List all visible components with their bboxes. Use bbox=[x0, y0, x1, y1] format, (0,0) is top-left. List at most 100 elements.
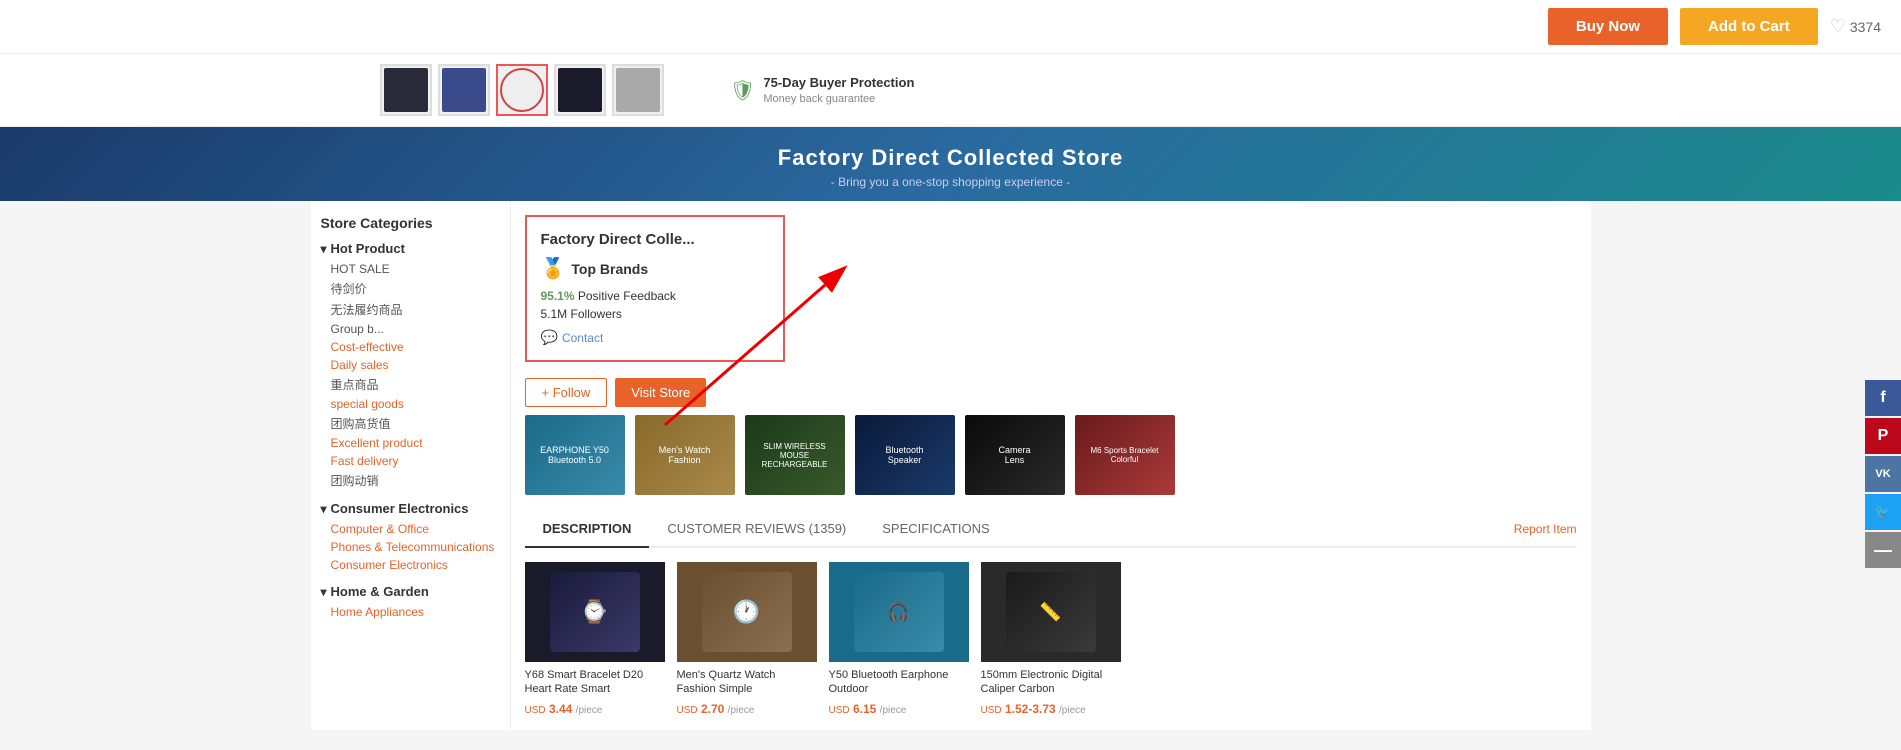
product-price-4: USD 1.52-3.73 /piece bbox=[981, 702, 1121, 716]
heart-icon[interactable]: ♡ bbox=[1830, 16, 1846, 37]
follow-button[interactable]: + Follow bbox=[525, 378, 608, 407]
thumbnail-3[interactable] bbox=[496, 64, 548, 116]
followers-row: 5.1M Followers bbox=[541, 307, 769, 321]
store-thumb-4-label: BluetoothSpeaker bbox=[881, 441, 927, 469]
social-sidebar: f P VK 🐦 — bbox=[1865, 380, 1901, 568]
contact-label: Contact bbox=[562, 331, 603, 345]
followers-label: Followers bbox=[571, 307, 622, 321]
add-to-cart-button[interactable]: Add to Cart bbox=[1680, 8, 1818, 45]
sidebar-item-group-b[interactable]: Group b... bbox=[321, 320, 500, 338]
price-unit-2: /piece bbox=[728, 705, 755, 716]
thumbnail-2[interactable] bbox=[438, 64, 490, 116]
product-image-1: ⌚ bbox=[525, 562, 665, 662]
facebook-button[interactable]: f bbox=[1865, 380, 1901, 416]
store-thumb-5[interactable]: CameraLens bbox=[965, 415, 1065, 495]
store-thumb-3-label: SLIM WIRELESS MOUSERECHARGEABLE bbox=[745, 438, 845, 473]
contact-row[interactable]: 💬 Contact bbox=[541, 329, 769, 346]
sidebar-item-tuangou-dongxiao[interactable]: 团购动销 bbox=[321, 470, 500, 491]
store-actions: + Follow Visit Store bbox=[525, 374, 1577, 407]
top-brands-label: Top Brands bbox=[571, 261, 648, 277]
sidebar-item-hot-sale[interactable]: HOT SALE bbox=[321, 260, 500, 278]
product-name-1: Y68 Smart Bracelet D20 Heart Rate Smart bbox=[525, 668, 665, 698]
tab-specifications[interactable]: SPECIFICATIONS bbox=[864, 511, 1007, 548]
top-brands-row: 🏅 Top Brands bbox=[541, 256, 769, 281]
sidebar-item-fast-delivery[interactable]: Fast delivery bbox=[321, 452, 500, 470]
sidebar-item-home-appliances[interactable]: Home Appliances bbox=[321, 603, 500, 621]
product-actions: Buy Now Add to Cart ♡ 3374 bbox=[1548, 8, 1881, 45]
sidebar-item-zhongdian[interactable]: 重点商品 bbox=[321, 374, 500, 395]
price-unit-4: /piece bbox=[1059, 705, 1086, 716]
product-card-1[interactable]: ⌚ Y68 Smart Bracelet D20 Heart Rate Smar… bbox=[525, 562, 665, 716]
sidebar: Store Categories Hot Product HOT SALE 待剑… bbox=[311, 201, 511, 730]
pinterest-button[interactable]: P bbox=[1865, 418, 1901, 454]
sidebar-title: Store Categories bbox=[321, 215, 500, 231]
store-product-thumbnails: EARPHONE Y50Bluetooth 5.0 Men's WatchFas… bbox=[525, 415, 1577, 495]
price-unit-1: /piece bbox=[576, 705, 603, 716]
buy-now-button[interactable]: Buy Now bbox=[1548, 8, 1668, 45]
price-currency-4: USD bbox=[981, 705, 1002, 716]
store-thumb-1-label: EARPHONE Y50Bluetooth 5.0 bbox=[536, 441, 613, 469]
product-price-2: USD 2.70 /piece bbox=[677, 702, 817, 716]
sidebar-item-excellent-product[interactable]: Excellent product bbox=[321, 434, 500, 452]
protection-title: 75-Day Buyer Protection bbox=[763, 75, 914, 90]
price-currency-2: USD bbox=[677, 705, 698, 716]
price-amount-2: 2.70 bbox=[701, 702, 724, 716]
sidebar-item-consumer-electronics[interactable]: Consumer Electronics bbox=[321, 556, 500, 574]
thumbnail-strip: 🛡 75-Day Buyer Protection Money back gua… bbox=[0, 54, 1901, 127]
product-card-4[interactable]: 📏 150mm Electronic Digital Caliper Carbo… bbox=[981, 562, 1121, 716]
sidebar-item-phones-telecom[interactable]: Phones & Telecommunications bbox=[321, 538, 500, 556]
sidebar-section-hot-product[interactable]: Hot Product bbox=[321, 241, 500, 256]
price-amount-3: 6.15 bbox=[853, 702, 876, 716]
product-price-3: USD 6.15 /piece bbox=[829, 702, 969, 716]
top-action-bar: Buy Now Add to Cart ♡ 3374 bbox=[0, 0, 1901, 54]
thumbnail-4[interactable] bbox=[554, 64, 606, 116]
store-banner-subtitle: - Bring you a one-stop shopping experien… bbox=[0, 175, 1901, 189]
product-card-2[interactable]: 🕐 Men's Quartz Watch Fashion Simple USD … bbox=[677, 562, 817, 716]
sidebar-section-consumer-electronics[interactable]: Consumer Electronics bbox=[321, 501, 500, 516]
wishlist-count: ♡ 3374 bbox=[1830, 16, 1881, 37]
product-image-4: 📏 bbox=[981, 562, 1121, 662]
store-info-box: Factory Direct Colle... 🏅 Top Brands 95.… bbox=[525, 215, 785, 362]
tab-customer-reviews[interactable]: CUSTOMER REVIEWS (1359) bbox=[649, 511, 864, 548]
sidebar-item-wufa[interactable]: 无法履约商品 bbox=[321, 299, 500, 320]
sidebar-item-computer-office[interactable]: Computer & Office bbox=[321, 520, 500, 538]
store-banner: Factory Direct Collected Store - Bring y… bbox=[0, 127, 1901, 201]
buyer-protection: 🛡 75-Day Buyer Protection Money back gua… bbox=[730, 75, 914, 105]
sidebar-section-home-garden[interactable]: Home & Garden bbox=[321, 584, 500, 599]
product-image-3: 🎧 bbox=[829, 562, 969, 662]
vk-button[interactable]: VK bbox=[1865, 456, 1901, 492]
product-image-2: 🕐 bbox=[677, 562, 817, 662]
medal-icon: 🏅 bbox=[541, 256, 566, 281]
store-thumb-3[interactable]: SLIM WIRELESS MOUSERECHARGEABLE bbox=[745, 415, 845, 495]
products-row: ⌚ Y68 Smart Bracelet D20 Heart Rate Smar… bbox=[525, 562, 1577, 716]
report-item-link[interactable]: Report Item bbox=[1514, 522, 1577, 536]
feedback-row: 95.1% Positive Feedback bbox=[541, 289, 769, 303]
sidebar-item-cost-effective[interactable]: Cost-effective bbox=[321, 338, 500, 356]
thumbnail-5[interactable] bbox=[612, 64, 664, 116]
visit-store-button[interactable]: Visit Store bbox=[615, 378, 706, 407]
price-unit-3: /piece bbox=[880, 705, 907, 716]
twitter-button[interactable]: 🐦 bbox=[1865, 494, 1901, 530]
followers-count: 5.1M bbox=[541, 307, 568, 321]
store-thumb-2-label: Men's WatchFashion bbox=[655, 441, 714, 469]
more-social-button[interactable]: — bbox=[1865, 532, 1901, 568]
store-thumb-6[interactable]: M6 Sports BraceletColorful bbox=[1075, 415, 1175, 495]
store-banner-title: Factory Direct Collected Store bbox=[0, 145, 1901, 171]
sidebar-item-tuangou-gaozhi[interactable]: 团购高货值 bbox=[321, 413, 500, 434]
sidebar-item-daily-sales[interactable]: Daily sales bbox=[321, 356, 500, 374]
wishlist-number: 3374 bbox=[1850, 19, 1881, 35]
store-thumb-4[interactable]: BluetoothSpeaker bbox=[855, 415, 955, 495]
price-amount-4: 1.52-3.73 bbox=[1005, 702, 1056, 716]
price-amount-1: 3.44 bbox=[549, 702, 572, 716]
store-thumb-1[interactable]: EARPHONE Y50Bluetooth 5.0 bbox=[525, 415, 625, 495]
product-tabs: DESCRIPTION CUSTOMER REVIEWS (1359) SPEC… bbox=[525, 511, 1577, 548]
product-name-2: Men's Quartz Watch Fashion Simple bbox=[677, 668, 817, 698]
tab-description[interactable]: DESCRIPTION bbox=[525, 511, 650, 548]
thumbnail-1[interactable] bbox=[380, 64, 432, 116]
sidebar-item-daijia[interactable]: 待剑价 bbox=[321, 278, 500, 299]
shield-icon: 🛡 bbox=[730, 78, 755, 103]
sidebar-item-special-goods[interactable]: special goods bbox=[321, 395, 500, 413]
store-content: Factory Direct Colle... 🏅 Top Brands 95.… bbox=[511, 201, 1591, 730]
product-card-3[interactable]: 🎧 Y50 Bluetooth Earphone Outdoor USD 6.1… bbox=[829, 562, 969, 716]
store-thumb-2[interactable]: Men's WatchFashion bbox=[635, 415, 735, 495]
